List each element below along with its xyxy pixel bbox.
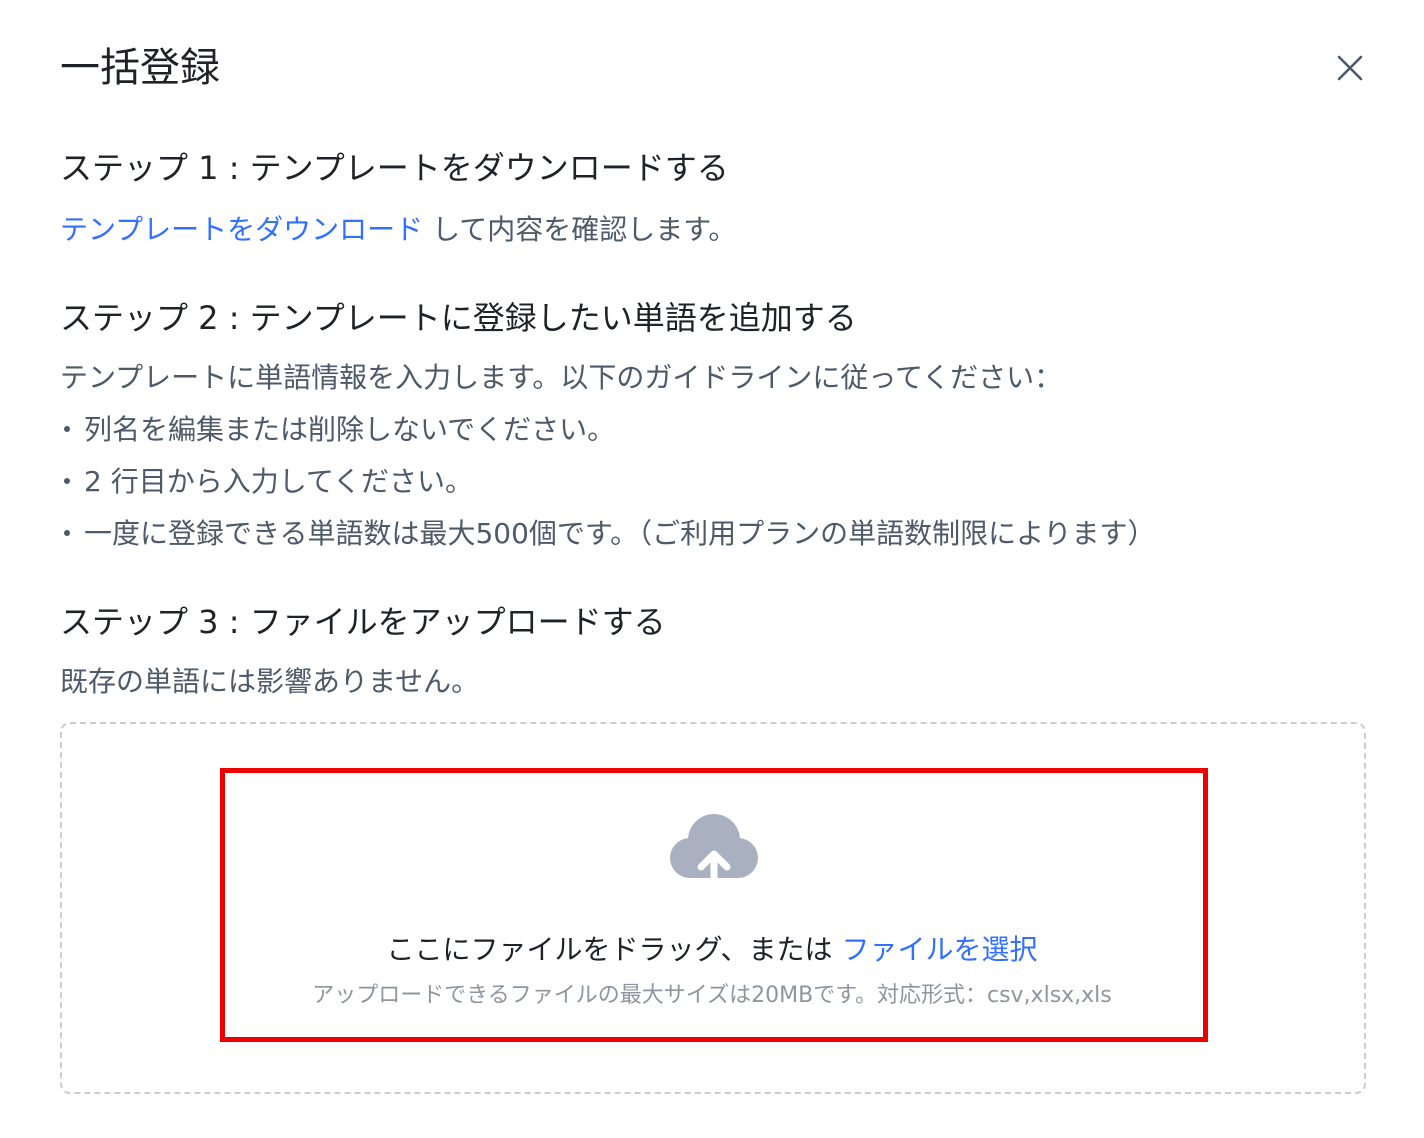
step1-text: して内容を確認します。 [423, 213, 737, 246]
guideline-text: 一度に登録できる単語数は最大500個です。（ご利用プランの単語数制限によります） [84, 517, 1156, 550]
guideline-text: 2 行目から入力してください。 [84, 465, 474, 498]
step1-title: ステップ 1 : テンプレートをダウンロードする [60, 149, 729, 187]
file-dropzone[interactable] [60, 722, 1366, 1094]
guideline-item: 一度に登録できる単語数は最大500個です。（ご利用プランの単語数制限によります） [64, 514, 1156, 554]
select-file-link[interactable]: ファイルを選択 [841, 933, 1037, 966]
step3-title: ステップ 3 : ファイルをアップロードする [60, 603, 666, 641]
close-icon [1337, 55, 1363, 81]
step3-text: 既存の単語には影響ありません。 [60, 665, 480, 698]
download-template-link[interactable]: テンプレートをダウンロード [60, 213, 423, 246]
cloud-upload-icon [670, 814, 758, 892]
bulk-register-dialog: 一括登録 ステップ 1 : テンプレートをダウンロードする テンプレートをダウン… [0, 0, 1424, 1138]
step2-intro: テンプレートに単語情報を入力します。以下のガイドラインに従ってください： [60, 361, 1063, 394]
bullet-dot [64, 530, 70, 536]
step2-title: ステップ 2 : テンプレートに登録したい単語を追加する [60, 299, 857, 337]
bullet-dot [64, 426, 70, 432]
bullet-dot [64, 478, 70, 484]
guideline-item: 2 行目から入力してください。 [64, 462, 473, 502]
guideline-text: 列名を編集または削除しないでください。 [84, 413, 616, 446]
close-button[interactable] [1328, 46, 1372, 90]
upload-hint: アップロードできるファイルの最大サイズは20MBです。対応形式：csv,xlsx… [312, 983, 1112, 1008]
drop-prompt: ここにファイルをドラッグ、または ファイルを選択 [0, 930, 1424, 970]
step1-description: テンプレートをダウンロード して内容を確認します。 [60, 210, 736, 250]
drop-prompt-text: ここにファイルをドラッグ、または [386, 933, 842, 966]
guideline-item: 列名を編集または削除しないでください。 [64, 410, 615, 450]
dialog-title: 一括登録 [60, 45, 220, 91]
